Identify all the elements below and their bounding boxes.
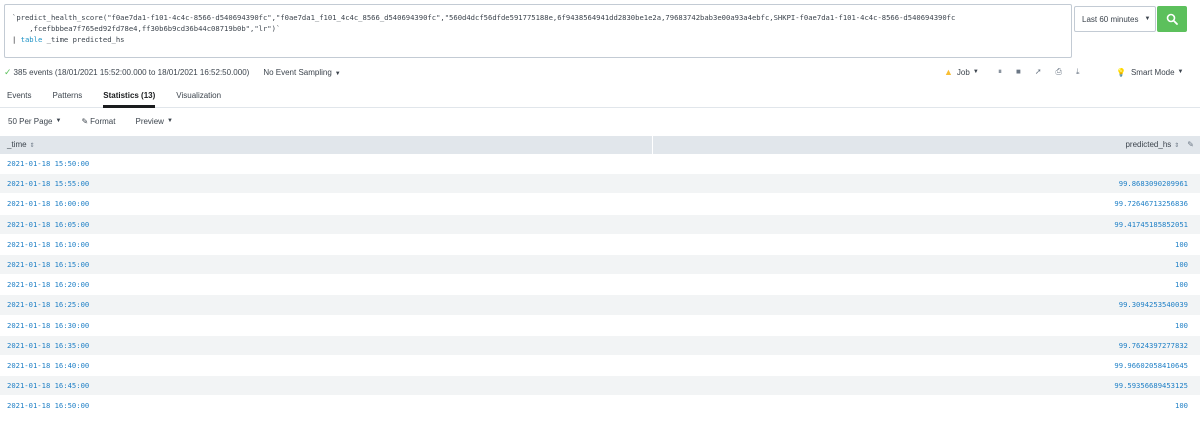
tab-events[interactable]: Events bbox=[7, 84, 31, 107]
pause-icon[interactable]: ⏸ bbox=[998, 67, 1002, 77]
search-query-line-2: ,fcefbbbea7f765ed92fd78e4,ff30b6b9cd36b4… bbox=[12, 24, 281, 33]
time-cell[interactable]: 2021-01-18 16:50:00 bbox=[0, 401, 653, 410]
print-icon[interactable]: ⎙ bbox=[1056, 67, 1062, 77]
lightbulb-icon: 💡 bbox=[1116, 67, 1126, 77]
pencil-icon[interactable]: ✎ bbox=[1187, 140, 1194, 149]
job-controls: ⏸ ■ ➚ ⎙ ⤓ bbox=[998, 67, 1080, 77]
job-label: Job bbox=[956, 67, 970, 77]
event-count-summary: 385 events (18/01/2021 15:52:00.000 to 1… bbox=[13, 67, 250, 77]
event-sampling-dropdown[interactable]: No Event Sampling ▼ bbox=[263, 68, 340, 77]
chevron-down-icon: ▼ bbox=[1144, 16, 1151, 22]
tab-patterns[interactable]: Patterns bbox=[52, 84, 82, 107]
table-row: 2021-01-18 16:10:00 100 bbox=[0, 235, 1200, 255]
table-row: 2021-01-18 16:40:00 99.96602058410645 bbox=[0, 356, 1200, 377]
format-button[interactable]: ✎ Format bbox=[81, 117, 115, 126]
time-cell[interactable]: 2021-01-18 16:25:00 bbox=[0, 300, 653, 309]
search-button[interactable] bbox=[1157, 6, 1187, 32]
table-row: 2021-01-18 15:55:00 99.8683090209961 bbox=[0, 174, 1200, 195]
search-query-line-3: | table _time predicted_hs bbox=[12, 34, 1064, 45]
predicted-hs-cell[interactable]: 100 bbox=[653, 321, 1200, 330]
event-sampling-label: No Event Sampling bbox=[263, 67, 332, 77]
table-header: _time ⇕ predicted_hs ⇕ ✎ bbox=[0, 136, 1200, 154]
predicted-hs-cell[interactable]: 99.7624397277832 bbox=[653, 341, 1200, 350]
predicted-hs-cell[interactable]: 99.3094253540039 bbox=[653, 300, 1200, 309]
time-cell[interactable]: 2021-01-18 15:55:00 bbox=[0, 179, 653, 188]
check-icon: ✓ bbox=[4, 66, 12, 77]
search-query-editor[interactable]: `predict_health_score("f0ae7da1-f101-4c4… bbox=[4, 4, 1072, 58]
chevron-down-icon: ▼ bbox=[55, 118, 62, 124]
preview-label: Preview bbox=[135, 116, 164, 126]
table-body: 2021-01-18 15:50:00 2021-01-18 15:55:00 9… bbox=[0, 154, 1200, 417]
predicted-hs-cell[interactable]: 100 bbox=[653, 280, 1200, 289]
table-row: 2021-01-18 16:50:00 100 bbox=[0, 396, 1200, 417]
stop-icon[interactable]: ■ bbox=[1016, 67, 1021, 77]
predicted-hs-cell[interactable]: 99.41745185852051 bbox=[653, 220, 1200, 229]
tab-visualization[interactable]: Visualization bbox=[176, 84, 221, 107]
chevron-down-icon: ▼ bbox=[166, 118, 173, 124]
query-args: _time predicted_hs bbox=[42, 35, 125, 44]
export-icon[interactable]: ⤓ bbox=[1076, 67, 1080, 77]
sort-icon: ⇕ bbox=[29, 143, 35, 149]
pencil-icon: ✎ bbox=[81, 116, 89, 126]
table-row: 2021-01-18 16:35:00 99.7624397277832 bbox=[0, 335, 1200, 356]
tab-statistics[interactable]: Statistics (13) bbox=[103, 84, 156, 108]
search-query-line-1: `predict_health_score("f0ae7da1-f101-4c4… bbox=[12, 13, 956, 22]
table-row: 2021-01-18 16:05:00 99.41745185852051 bbox=[0, 214, 1200, 235]
time-cell[interactable]: 2021-01-18 16:10:00 bbox=[0, 240, 653, 249]
predicted-hs-cell[interactable]: 100 bbox=[653, 260, 1200, 269]
predicted-hs-cell[interactable]: 100 bbox=[653, 401, 1200, 410]
share-icon[interactable]: ➚ bbox=[1035, 67, 1042, 77]
time-range-picker[interactable]: Last 60 minutes ▼ bbox=[1074, 6, 1156, 32]
time-cell[interactable]: 2021-01-18 16:45:00 bbox=[0, 381, 653, 390]
table-row: 2021-01-18 15:50:00 bbox=[0, 154, 1200, 175]
time-cell[interactable]: 2021-01-18 16:20:00 bbox=[0, 280, 653, 289]
predicted-hs-cell[interactable]: 99.59356689453125 bbox=[653, 381, 1200, 390]
per-page-dropdown[interactable]: 50 Per Page ▼ bbox=[8, 117, 61, 126]
predicted-hs-cell[interactable]: 99.96602058410645 bbox=[653, 361, 1200, 370]
column-header-predicted-hs[interactable]: predicted_hs ⇕ ✎ bbox=[653, 136, 1200, 154]
preview-dropdown[interactable]: Preview ▼ bbox=[135, 117, 172, 126]
results-toolbar: 50 Per Page ▼ ✎ Format Preview ▼ bbox=[8, 114, 193, 128]
warning-icon: ▲ bbox=[944, 67, 953, 77]
table-row: 2021-01-18 16:30:00 100 bbox=[0, 316, 1200, 336]
time-cell[interactable]: 2021-01-18 16:00:00 bbox=[0, 199, 653, 208]
table-row: 2021-01-18 16:00:00 99.72646713256836 bbox=[0, 194, 1200, 215]
search-mode-dropdown[interactable]: 💡 Smart Mode ▼ bbox=[1116, 68, 1184, 77]
table-row: 2021-01-18 16:20:00 100 bbox=[0, 275, 1200, 296]
chevron-down-icon: ▼ bbox=[1177, 69, 1184, 75]
predicted-hs-cell[interactable]: 100 bbox=[653, 240, 1200, 249]
table-row: 2021-01-18 16:45:00 99.59356689453125 bbox=[0, 376, 1200, 397]
search-icon bbox=[1166, 13, 1178, 25]
time-range-label: Last 60 minutes bbox=[1082, 14, 1139, 24]
query-pipe: | bbox=[12, 35, 21, 44]
column-header-label: predicted_hs bbox=[1125, 140, 1172, 149]
column-header-label: _time bbox=[7, 140, 27, 149]
time-cell[interactable]: 2021-01-18 16:05:00 bbox=[0, 220, 653, 229]
table-row: 2021-01-18 16:15:00 100 bbox=[0, 254, 1200, 276]
predicted-hs-cell[interactable]: 99.8683090209961 bbox=[653, 179, 1200, 188]
time-cell[interactable]: 2021-01-18 16:35:00 bbox=[0, 341, 653, 350]
time-cell[interactable]: 2021-01-18 16:15:00 bbox=[0, 260, 653, 269]
search-mode-label: Smart Mode bbox=[1130, 67, 1175, 77]
time-cell[interactable]: 2021-01-18 16:40:00 bbox=[0, 361, 653, 370]
format-label: Format bbox=[90, 116, 116, 126]
sort-icon: ⇕ bbox=[1174, 143, 1180, 149]
time-cell[interactable]: 2021-01-18 15:50:00 bbox=[0, 159, 653, 168]
time-cell[interactable]: 2021-01-18 16:30:00 bbox=[0, 321, 653, 330]
job-menu[interactable]: ▲ Job ▼ bbox=[944, 67, 979, 77]
column-header-time[interactable]: _time ⇕ bbox=[0, 136, 653, 154]
chevron-down-icon: ▼ bbox=[972, 69, 979, 75]
query-command: table bbox=[20, 35, 43, 44]
chevron-down-icon: ▼ bbox=[334, 70, 341, 77]
results-tabs: Events Patterns Statistics (13) Visualiz… bbox=[0, 84, 1200, 108]
per-page-label: 50 Per Page bbox=[8, 116, 53, 126]
search-status-bar: ✓ 385 events (18/01/2021 15:52:00.000 to… bbox=[4, 64, 1196, 80]
table-row: 2021-01-18 16:25:00 99.3094253540039 bbox=[0, 295, 1200, 316]
predicted-hs-cell[interactable]: 99.72646713256836 bbox=[653, 199, 1200, 208]
